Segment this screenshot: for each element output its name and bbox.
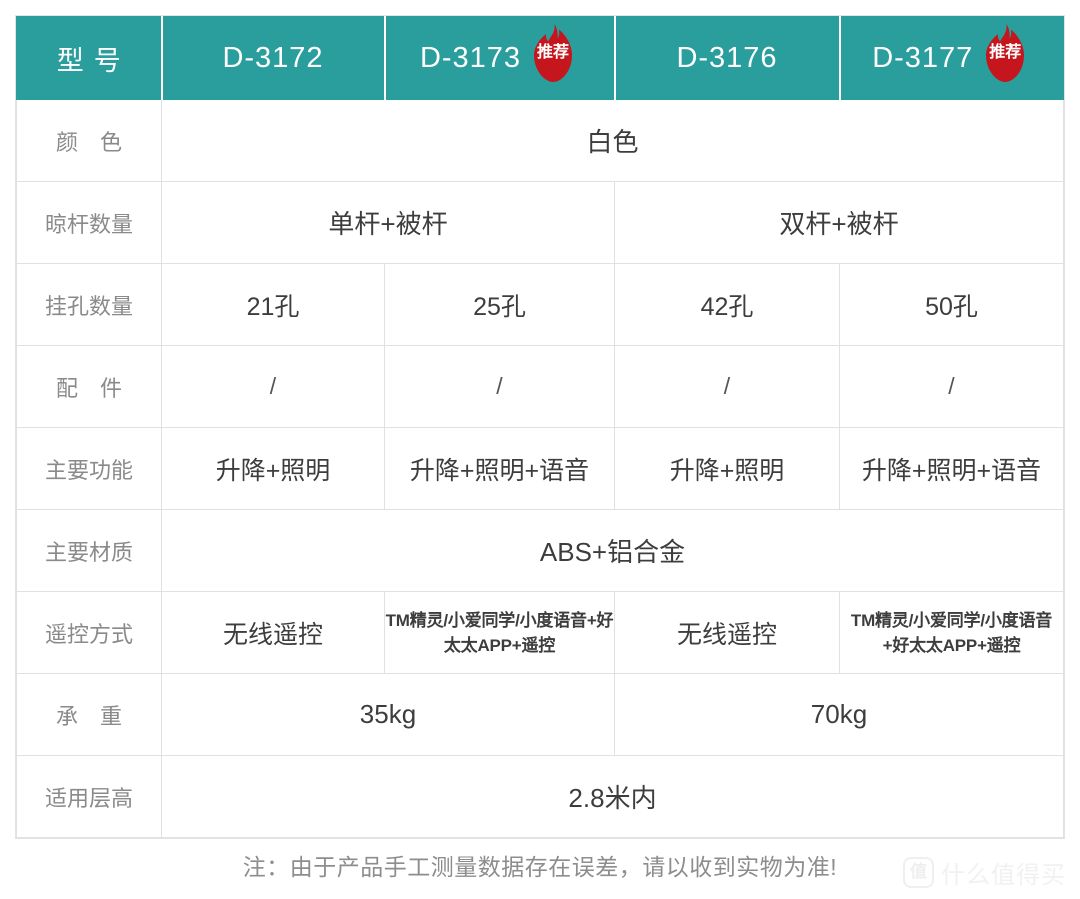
header-model-wrap: D-3176 bbox=[676, 42, 777, 75]
table-body: 颜色 白色 晾杆数量 单杆+被杆 双杆+被杆 挂孔数量 21孔 25孔 42孔 50孔 配件 / / / /… bbox=[16, 99, 1064, 838]
header-model-wrap: D-3177 推荐 bbox=[872, 24, 1031, 82]
watermark-text: 什么值得买 bbox=[941, 862, 1066, 889]
row-label: 挂孔数量 bbox=[16, 263, 162, 346]
table-row: 遥控方式 无线遥控 TM精灵/小爱同学/小度语音+好太太APP+遥控 无线遥控 TM精灵… bbox=[16, 591, 1064, 674]
table-cell: / bbox=[161, 345, 385, 428]
product-spec-table: 型号 D-3172 D-3173 推荐 D-3176 D-3177 推荐 颜色 白色 晾杆数量单… bbox=[16, 16, 1064, 838]
table-row: 晾杆数量 单杆+被杆 双杆+被杆 bbox=[16, 181, 1064, 264]
header-model-wrap: D-3173 推荐 bbox=[419, 24, 579, 82]
table-cell: TM精灵/小爱同学/小度语音+好太太APP+遥控 bbox=[839, 591, 1064, 674]
recommend-badge-text: 推荐 bbox=[989, 44, 1022, 61]
table-row: 主要材质 ABS+铝合金 bbox=[16, 509, 1064, 592]
row-label: 遥控方式 bbox=[16, 591, 162, 674]
table-cell: 2.8米内 bbox=[161, 755, 1064, 838]
table-cell: 50孔 bbox=[839, 263, 1064, 346]
header-row: 型号 D-3172 D-3173 推荐 D-3176 D-3177 推荐 bbox=[16, 16, 1064, 100]
model-name: D-3176 bbox=[676, 41, 778, 74]
table-cell: TM精灵/小爱同学/小度语音+好太太APP+遥控 bbox=[384, 591, 615, 674]
table-cell: / bbox=[839, 345, 1064, 428]
table-row: 颜色 白色 bbox=[16, 99, 1064, 182]
table-cell: 35kg bbox=[161, 673, 615, 756]
row-label: 晾杆数量 bbox=[16, 181, 162, 264]
table-cell: 21孔 bbox=[161, 263, 385, 346]
row-label: 颜色 bbox=[16, 99, 162, 182]
table-cell: 70kg bbox=[614, 673, 1064, 756]
table-row: 承重 35kg 70kg bbox=[16, 673, 1064, 756]
header-model-wrap: D-3172 bbox=[222, 42, 323, 75]
header-cell-model-4: D-3177 推荐 bbox=[839, 16, 1064, 100]
model-name: D-3172 bbox=[222, 41, 324, 74]
row-label: 配件 bbox=[16, 345, 162, 428]
table-cell: 升降+照明 bbox=[614, 427, 840, 510]
table-cell: ABS+铝合金 bbox=[161, 509, 1064, 592]
table-row: 配件 / / / / bbox=[16, 345, 1064, 428]
row-label: 主要功能 bbox=[16, 427, 162, 510]
header-cell-model-1: D-3172 bbox=[161, 16, 386, 100]
model-name: D-3173 bbox=[419, 41, 522, 74]
table-cell: 升降+照明 bbox=[161, 427, 385, 510]
table-cell: 42孔 bbox=[614, 263, 840, 346]
row-label: 适用层高 bbox=[16, 755, 162, 838]
table-cell: / bbox=[614, 345, 840, 428]
table-cell: 25孔 bbox=[384, 263, 615, 346]
watermark: 值 什么值得买 bbox=[903, 855, 1066, 890]
table-cell: 单杆+被杆 bbox=[161, 181, 615, 264]
table-cell: / bbox=[384, 345, 615, 428]
model-name: D-3177 bbox=[872, 41, 974, 74]
table-row: 挂孔数量 21孔 25孔 42孔 50孔 bbox=[16, 263, 1064, 346]
recommend-flame-icon: 推荐 bbox=[979, 24, 1031, 82]
table-cell: 白色 bbox=[161, 99, 1064, 182]
table-cell: 升降+照明+语音 bbox=[839, 427, 1064, 510]
recommend-flame-icon: 推荐 bbox=[527, 24, 579, 82]
table-cell: 无线遥控 bbox=[161, 591, 385, 674]
table-row: 适用层高 2.8米内 bbox=[16, 755, 1064, 838]
table-cell: 无线遥控 bbox=[614, 591, 840, 674]
table-cell: 双杆+被杆 bbox=[614, 181, 1064, 264]
header-cell-model-3: D-3176 bbox=[614, 16, 841, 100]
row-label: 主要材质 bbox=[16, 509, 162, 592]
table-cell: 升降+照明+语音 bbox=[384, 427, 615, 510]
header-cell-model-2: D-3173 推荐 bbox=[384, 16, 616, 100]
header-cell-label: 型号 bbox=[16, 16, 163, 100]
recommend-badge-text: 推荐 bbox=[537, 44, 570, 61]
table-row: 主要功能 升降+照明 升降+照明+语音 升降+照明 升降+照明+语音 bbox=[16, 427, 1064, 510]
table-header: 型号 D-3172 D-3173 推荐 D-3176 D-3177 推荐 bbox=[16, 16, 1064, 100]
row-label: 承重 bbox=[16, 673, 162, 756]
watermark-logo-icon: 值 bbox=[903, 857, 934, 888]
